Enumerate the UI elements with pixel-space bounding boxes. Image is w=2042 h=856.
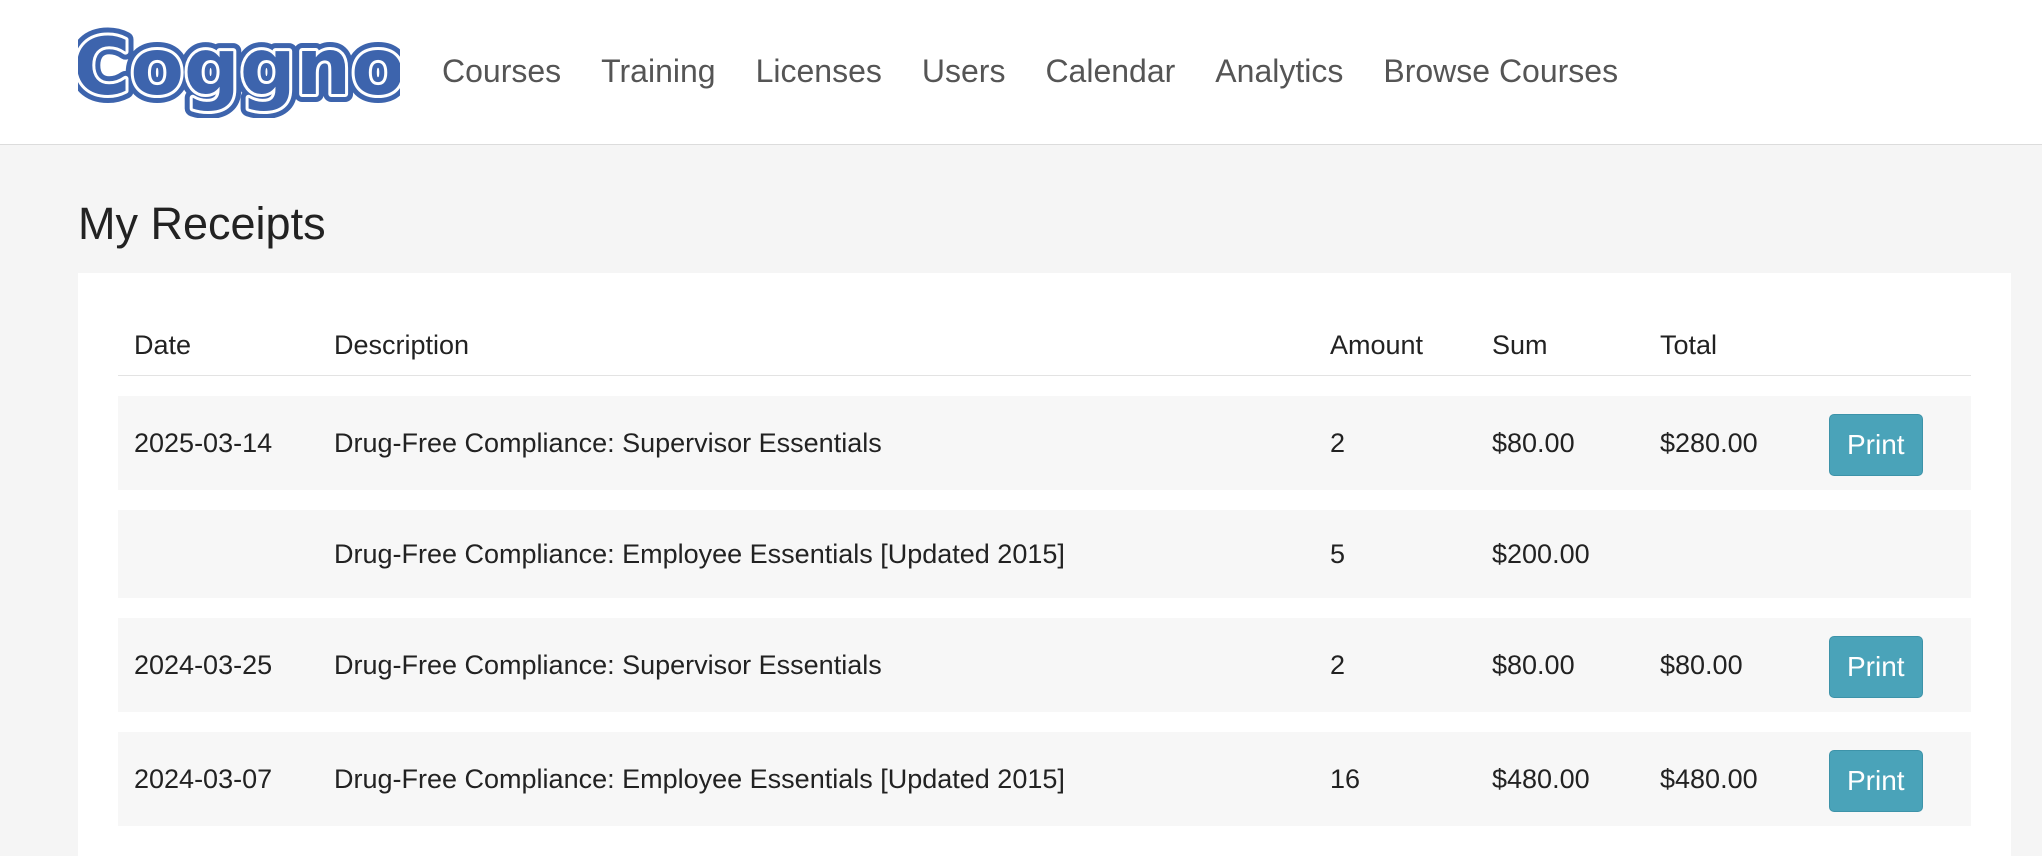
- svg-text:Coggno: Coggno: [78, 23, 400, 113]
- header-description: Description: [318, 315, 1314, 376]
- table-row: 2024-03-25 Drug-Free Compliance: Supervi…: [118, 618, 1971, 712]
- table-row: 2025-03-14 Drug-Free Compliance: Supervi…: [118, 396, 1971, 490]
- cell-total: $80.00: [1660, 649, 1743, 680]
- cell-description: Drug-Free Compliance: Supervisor Essenti…: [334, 649, 882, 680]
- coggno-logo-icon: Coggno Coggno Coggno: [78, 22, 400, 118]
- nav-calendar[interactable]: Calendar: [1025, 53, 1195, 90]
- cell-sum: $80.00: [1492, 649, 1575, 680]
- cell-actions: Print: [1813, 396, 1971, 490]
- nav-licenses[interactable]: Licenses: [736, 53, 902, 90]
- cell-description: Drug-Free Compliance: Employee Essential…: [334, 538, 1065, 569]
- header-total: Total: [1644, 315, 1813, 376]
- receipts-card: Date Description Amount Sum Total 2025-0…: [78, 273, 2011, 856]
- receipts-table: Date Description Amount Sum Total 2025-0…: [118, 295, 1971, 846]
- cell-amount: 5: [1330, 538, 1346, 569]
- cell-actions: Print: [1813, 732, 1971, 826]
- cell-date: 2024-03-07: [134, 763, 273, 794]
- cell-amount: 16: [1330, 763, 1361, 794]
- header-sum: Sum: [1476, 315, 1644, 376]
- header-actions: [1813, 315, 1971, 376]
- cell-amount: 2: [1330, 649, 1346, 680]
- header-amount: Amount: [1314, 315, 1476, 376]
- page-title: My Receipts: [78, 198, 326, 249]
- main-nav: Courses Training Licenses Users Calendar…: [422, 53, 1638, 90]
- cell-actions: [1813, 510, 1971, 598]
- nav-courses[interactable]: Courses: [422, 53, 581, 90]
- cell-amount: 2: [1330, 427, 1346, 458]
- print-button[interactable]: Print: [1829, 750, 1923, 812]
- cell-total: [1644, 510, 1813, 598]
- cell-sum: $80.00: [1492, 427, 1575, 458]
- cell-total: $280.00: [1660, 427, 1758, 458]
- header-date: Date: [118, 315, 318, 376]
- cell-description: Drug-Free Compliance: Supervisor Essenti…: [334, 427, 882, 458]
- table-row: 2024-03-07 Drug-Free Compliance: Employe…: [118, 732, 1971, 826]
- nav-browse-courses[interactable]: Browse Courses: [1363, 53, 1638, 90]
- top-navbar: Coggno Coggno Coggno Courses Training Li…: [0, 0, 2042, 145]
- table-row: Drug-Free Compliance: Employee Essential…: [118, 510, 1971, 598]
- nav-training[interactable]: Training: [581, 53, 735, 90]
- cell-sum: $200.00: [1492, 538, 1590, 569]
- cell-date: [118, 510, 318, 598]
- cell-date: 2024-03-25: [134, 649, 273, 680]
- print-button[interactable]: Print: [1829, 414, 1923, 476]
- nav-analytics[interactable]: Analytics: [1195, 53, 1363, 90]
- print-button[interactable]: Print: [1829, 636, 1923, 698]
- cell-actions: Print: [1813, 618, 1971, 712]
- cell-sum: $480.00: [1492, 763, 1590, 794]
- nav-users[interactable]: Users: [902, 53, 1026, 90]
- cell-total: $480.00: [1660, 763, 1758, 794]
- table-header-row: Date Description Amount Sum Total: [118, 315, 1971, 376]
- cell-description: Drug-Free Compliance: Employee Essential…: [334, 763, 1065, 794]
- coggno-logo[interactable]: Coggno Coggno Coggno: [78, 22, 400, 118]
- cell-date: 2025-03-14: [134, 427, 273, 458]
- main-content: My Receipts Date Description Amount Sum …: [0, 145, 2042, 856]
